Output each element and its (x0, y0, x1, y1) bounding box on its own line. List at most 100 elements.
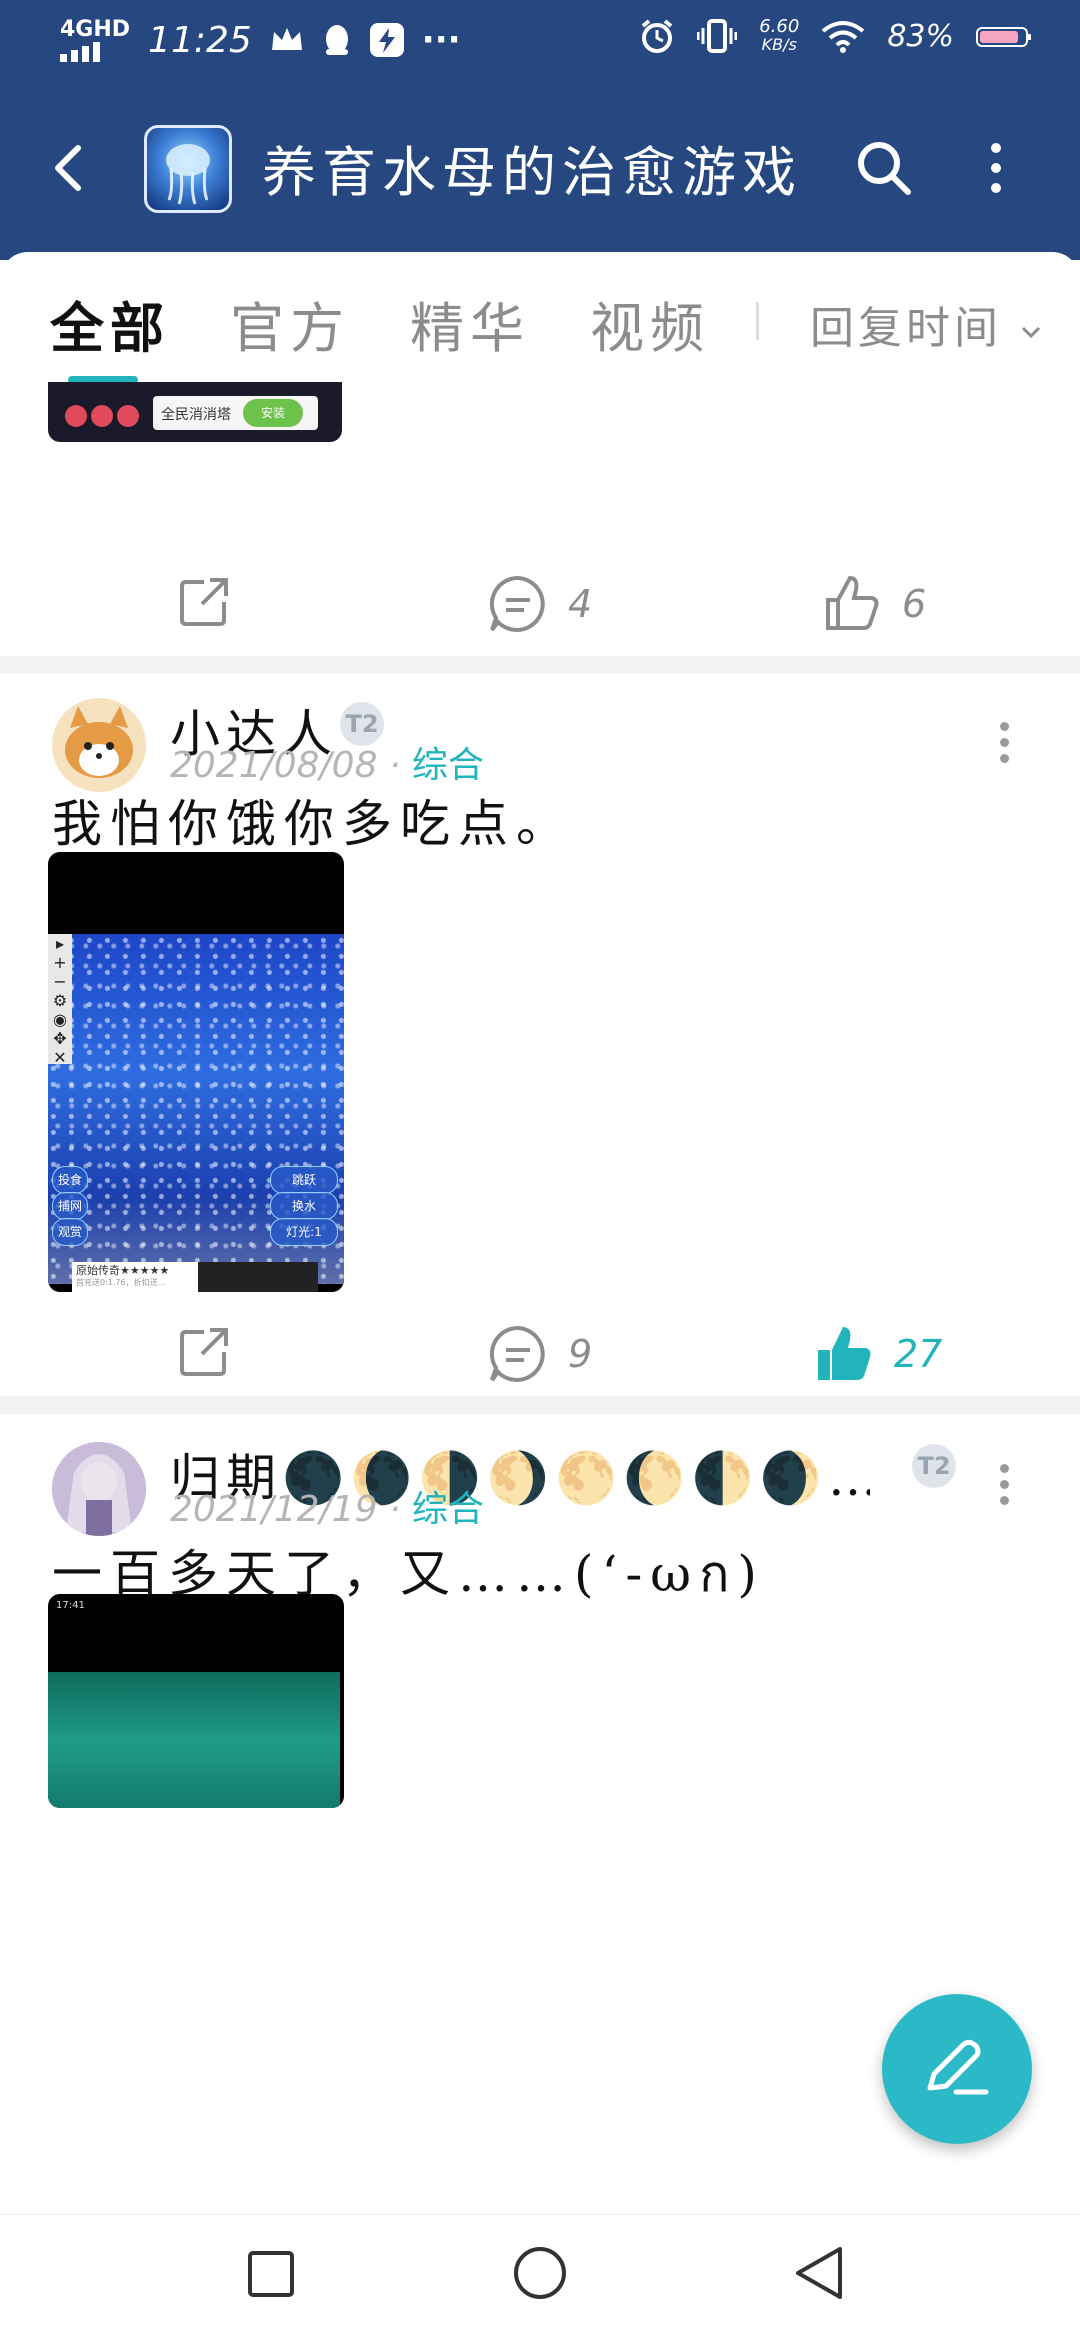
comment-icon (489, 575, 545, 632)
speed-value: 6.60 (759, 16, 800, 37)
qq-penguin-icon (325, 25, 348, 55)
clock: 11:25 (148, 19, 252, 61)
avatar[interactable] (52, 698, 146, 792)
dot-icon (1000, 754, 1009, 763)
screenshot-status-time: 17:41 (56, 1600, 85, 1611)
post-category[interactable]: 综合 (412, 1489, 484, 1530)
post-more-button[interactable] (1000, 1464, 1010, 1512)
like-count: 27 (894, 1332, 943, 1376)
game-screenshot (48, 1672, 340, 1808)
share-icon (180, 1328, 228, 1376)
meta-dot: · (388, 1489, 412, 1530)
post-category[interactable]: 综合 (412, 745, 484, 786)
post-actions: 4 6 (0, 572, 1080, 662)
post-date: 2021/12/19 (170, 1489, 378, 1530)
post-image[interactable]: 17:41 (48, 1594, 344, 1808)
post-card[interactable]: 归期🌑🌘🌗🌖🌕🌔🌓🌒… T2 2021/12/19 · 综合 一百多天了，又……… (0, 1414, 1080, 2340)
post-image[interactable]: ▸ + − ⚙ ◉ ✥ ✕ 投食 捕网 观赏 跳跃 换水 灯光:1 原始传奇★★★★★ 首充… (48, 852, 344, 1292)
post-meta: 2021/08/08 · 综合 (170, 736, 484, 788)
ad-install-button[interactable]: 安装 (243, 399, 303, 427)
battery-percent: 83% (887, 18, 954, 54)
tab-official[interactable]: 官方 (230, 284, 350, 363)
share-button[interactable] (174, 572, 234, 632)
thumb-up-icon (826, 575, 879, 630)
comment-count: 9 (568, 1332, 593, 1376)
crown-icon (271, 28, 302, 50)
meta-dot: · (388, 745, 412, 786)
compose-button[interactable] (882, 1994, 1032, 2144)
jellyfish-icon (166, 144, 210, 205)
screenshot-ad-sub: 首充送0:1.76，折扣送... (76, 1278, 166, 1287)
like-button[interactable]: 27 (812, 1322, 942, 1386)
like-count: 6 (902, 582, 927, 626)
tab-bar: 全部 官方 精华 视频 回复时间 (0, 252, 1080, 384)
header: 4GHD 11:25 ··· 6.60 KB/s 83% 养育水母的治愈游戏 (0, 0, 1080, 260)
screenshot-ad-image (198, 1262, 318, 1292)
battery-icon (976, 27, 1031, 47)
post-card[interactable]: 小达人 T2 2021/08/08 · 综合 我怕你饿你多吃点。 ▸ + − ⚙ ◉ ✥ ✕… (0, 674, 1080, 1394)
dot-icon (1000, 722, 1009, 731)
dot-icon (1000, 738, 1009, 747)
more-vert-icon[interactable] (976, 136, 1016, 200)
page-title: 养育水母的治愈游戏 (262, 141, 802, 204)
like-button[interactable]: 6 (820, 572, 926, 636)
comment-icon (489, 1325, 545, 1382)
dot-icon (1000, 1464, 1009, 1473)
chevron-down-icon (1021, 326, 1041, 338)
screenshot-btn-left: 捕网 (52, 1192, 88, 1220)
app-bar: 养育水母的治愈游戏 (0, 110, 1080, 230)
dot-icon (1000, 1496, 1009, 1505)
screenshot-ad-title: 原始传奇★★★★★ (76, 1264, 170, 1277)
comment-count: 4 (568, 582, 593, 626)
edit-pen-icon (927, 2039, 989, 2095)
screenshot-btn-right: 跳跃 (270, 1166, 338, 1194)
post-separator (0, 656, 1080, 674)
level-badge: T2 (912, 1444, 956, 1488)
share-icon (180, 578, 228, 626)
tab-video[interactable]: 视频 (590, 284, 710, 363)
post-date: 2021/08/08 (170, 745, 378, 786)
post-text: 我怕你饿你多吃点。 (52, 795, 574, 853)
back-arrow-icon[interactable] (40, 138, 100, 198)
ad-app-icons (65, 405, 139, 427)
post-meta: 2021/12/19 · 综合 (170, 1480, 484, 1532)
avatar[interactable] (52, 1442, 146, 1536)
prev-post-image[interactable]: 全民消消塔 安装 (48, 382, 342, 442)
vibrate-icon (697, 19, 738, 53)
search-icon[interactable] (852, 136, 916, 200)
screenshot-btn-right: 灯光:1 (270, 1218, 338, 1246)
thumb-up-icon (818, 1327, 871, 1380)
network-speed: 6.60 KB/s (759, 18, 799, 54)
anime-avatar-icon (52, 1442, 146, 1536)
status-bar: 4GHD 11:25 ··· 6.60 KB/s 83% (0, 0, 1080, 80)
speed-unit: KB/s (761, 35, 797, 54)
screenshot-btn-left: 观赏 (52, 1218, 88, 1246)
flash-app-icon (369, 23, 404, 57)
network-type: 4GHD (60, 17, 131, 42)
dot-icon (1000, 1480, 1009, 1489)
screenshot-ad: 原始传奇★★★★★ 首充送0:1.76，折扣送... (72, 1262, 318, 1292)
signal-icon: 4GHD (60, 18, 130, 62)
comment-button[interactable]: 4 (486, 572, 592, 636)
nav-square-icon[interactable] (246, 2249, 296, 2299)
screenshot-toolbar: ▸ + − ⚙ ◉ ✥ ✕ (48, 934, 72, 1067)
alarm-icon (641, 19, 673, 53)
screenshot-btn-right: 换水 (270, 1192, 338, 1220)
post-separator (0, 1396, 1080, 1414)
nav-triangle-icon[interactable] (792, 2245, 848, 2301)
system-nav-bar (0, 2214, 1080, 2341)
nav-circle-icon[interactable] (512, 2245, 568, 2301)
tab-divider (756, 302, 759, 340)
tab-featured[interactable]: 精华 (410, 284, 530, 363)
sort-label: 回复时间 (810, 303, 1002, 354)
post-more-button[interactable] (1000, 722, 1010, 770)
tab-all[interactable]: 全部 (50, 284, 170, 363)
shiba-avatar-icon (65, 706, 133, 778)
screenshot-btn-left: 投食 (52, 1166, 88, 1194)
more-notifications: ··· (421, 20, 461, 60)
app-icon[interactable] (144, 125, 232, 213)
sort-dropdown[interactable]: 回复时间 (810, 292, 1042, 356)
comment-button[interactable]: 9 (486, 1322, 592, 1386)
ad-banner-text: 全民消消塔 (161, 407, 231, 423)
share-button[interactable] (174, 1322, 234, 1382)
